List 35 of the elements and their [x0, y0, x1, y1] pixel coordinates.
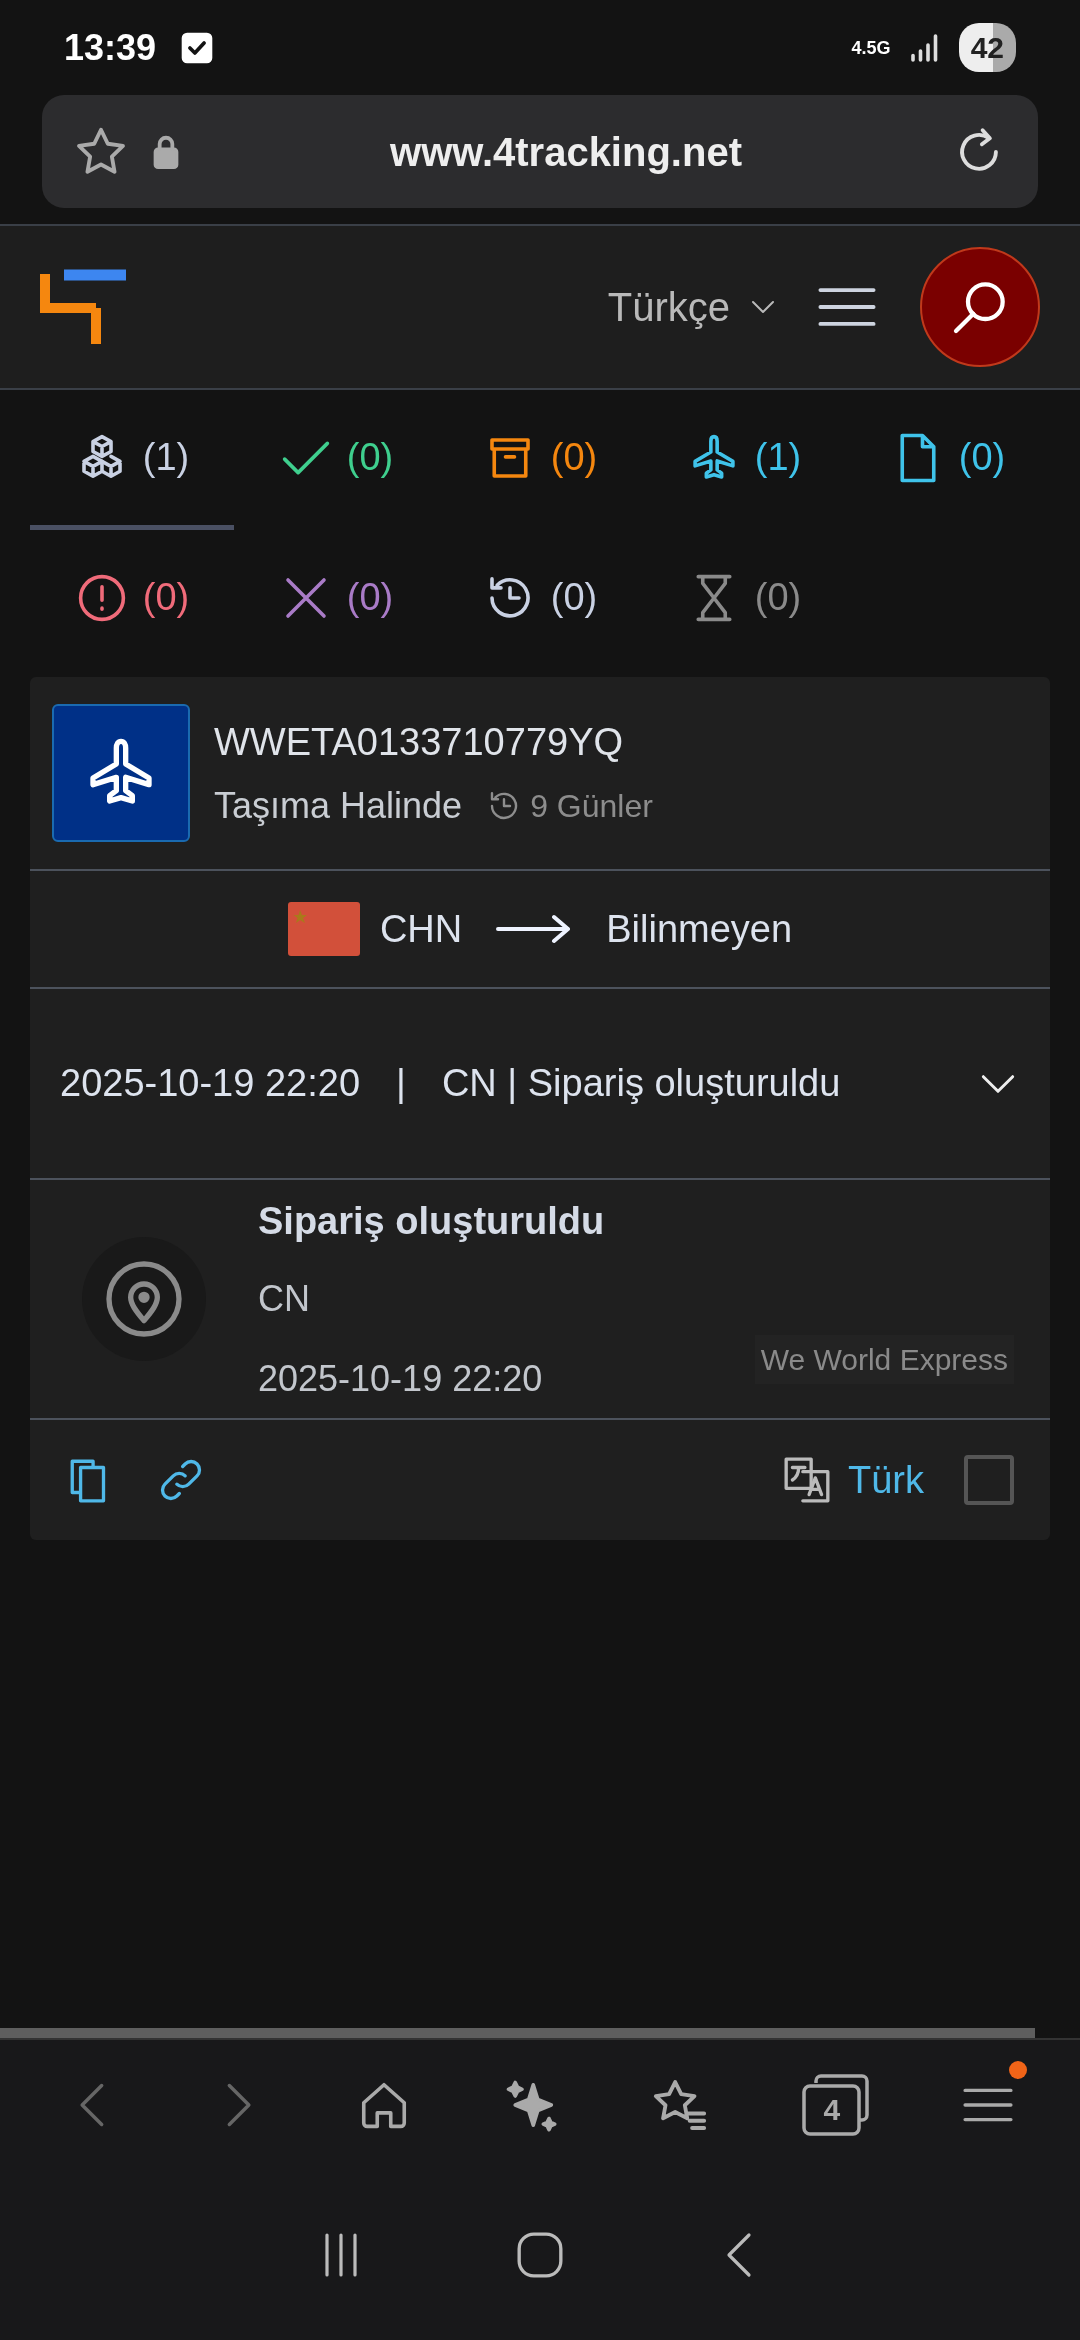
sparkle-icon[interactable] [504, 2078, 558, 2132]
destination-text: Bilinmeyen [606, 906, 793, 952]
event-title: Sipariş oluşturuldu [258, 1198, 605, 1244]
carrier-label: We World Express [754, 1335, 1014, 1384]
filter-tab[interactable]: (1) [30, 390, 234, 530]
battery-level: 42 [958, 23, 1016, 72]
pin-icon [104, 1259, 184, 1339]
flag-icon [287, 902, 360, 956]
translate-label[interactable]: Türk [848, 1451, 924, 1509]
translate-checkbox[interactable] [964, 1455, 1014, 1505]
tracking-number: WWETA0133710779YQ [214, 719, 625, 765]
translate-icon [782, 1455, 832, 1505]
filter-tab[interactable]: (0) [438, 530, 642, 670]
event-time: 2025-10-19 22:20 [258, 1356, 544, 1401]
checkbox-icon [180, 30, 215, 65]
filter-tab[interactable]: (0) [846, 390, 1050, 530]
days-text: 9 Günler [530, 786, 653, 826]
event-summary: CN | Sipariş oluşturuldu [441, 1061, 842, 1106]
event-date: 2025-10-19 22:20 [60, 1061, 361, 1106]
origin-text: CHN [379, 906, 463, 952]
time-text: 13:39 [64, 25, 157, 70]
filter-tab[interactable]: (0) [438, 390, 642, 530]
status-text: Taşıma Halinde [214, 783, 463, 828]
network-text: 4.5G [851, 38, 891, 57]
filter-tab[interactable]: (0) [642, 530, 846, 670]
filter-tab[interactable]: (0) [234, 530, 438, 670]
arrow-icon [496, 914, 573, 944]
separator-text: | [396, 1061, 406, 1106]
filter-tab[interactable]: (0) [234, 390, 438, 530]
menu-icon[interactable] [818, 285, 876, 329]
language-selector[interactable]: Türkçe [607, 277, 778, 337]
home-button-icon[interactable] [515, 2230, 565, 2280]
event-location: CN [258, 1276, 311, 1321]
filter-tab[interactable]: (1) [642, 390, 846, 530]
filter-tab[interactable]: (0) [30, 530, 234, 670]
